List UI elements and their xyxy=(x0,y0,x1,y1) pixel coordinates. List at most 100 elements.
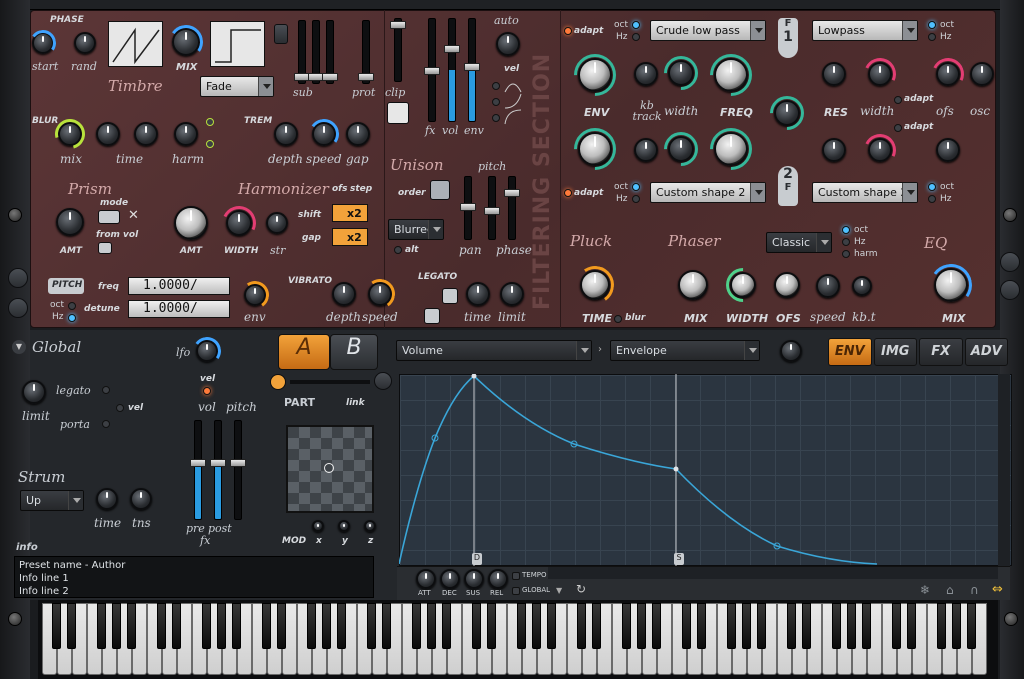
filter2-oct-led-2[interactable] xyxy=(928,183,936,191)
filter1-hz-led-2[interactable] xyxy=(928,33,936,41)
piano-black-key[interactable] xyxy=(727,603,736,649)
piano-black-key[interactable] xyxy=(847,603,856,649)
trem-gap-knob[interactable] xyxy=(346,122,370,146)
strum-time-knob[interactable] xyxy=(96,488,118,510)
rand-knob[interactable] xyxy=(74,32,96,54)
tab-env[interactable]: ENV xyxy=(828,338,872,366)
unison-order-button[interactable] xyxy=(430,180,450,200)
piano-black-key[interactable] xyxy=(682,603,691,649)
unison-alt-led[interactable] xyxy=(394,246,402,254)
filter2-res-knob[interactable] xyxy=(822,138,846,162)
curve-option-3[interactable] xyxy=(492,114,500,122)
osc-menu-button[interactable] xyxy=(274,24,288,44)
filter-res-knob[interactable] xyxy=(822,62,846,86)
part-a-button[interactable]: A xyxy=(278,334,330,370)
close-icon[interactable]: ✕ xyxy=(128,208,139,223)
piano-black-key[interactable] xyxy=(967,603,976,649)
filter2-ofs-knob[interactable] xyxy=(936,138,960,162)
piano-black-key[interactable] xyxy=(592,603,601,649)
piano-black-key[interactable] xyxy=(697,603,706,649)
unison-pan-fader[interactable] xyxy=(460,176,476,240)
harmonizer-gap-value[interactable]: x2 xyxy=(332,228,368,246)
clip-fader[interactable] xyxy=(390,18,406,82)
piano-black-key[interactable] xyxy=(112,603,121,649)
piano-black-key[interactable] xyxy=(787,603,796,649)
att-knob[interactable] xyxy=(416,569,436,589)
filter-adapt2-led-2[interactable] xyxy=(894,124,902,132)
global-checkbox[interactable] xyxy=(512,587,520,595)
legato-time-knob[interactable] xyxy=(466,282,490,306)
piano-black-key[interactable] xyxy=(802,603,811,649)
legato-button-1[interactable] xyxy=(442,288,458,304)
piano-black-key[interactable] xyxy=(487,603,496,649)
filter2-oct-led[interactable] xyxy=(632,183,640,191)
legato-limit-knob[interactable] xyxy=(500,282,524,306)
global-vel-led[interactable] xyxy=(203,387,211,395)
headphones-icon[interactable]: ∩ xyxy=(970,583,979,597)
filter2-type-dropdown[interactable]: Custom shape 2 xyxy=(650,182,766,203)
unison-pitch-fader[interactable] xyxy=(484,176,500,240)
filter2-adapt-led[interactable] xyxy=(564,189,572,197)
fx-fader[interactable] xyxy=(424,18,440,122)
part-b-button[interactable]: B xyxy=(330,334,378,370)
piano-black-key[interactable] xyxy=(412,603,421,649)
piano-black-key[interactable] xyxy=(232,603,241,649)
piano-black-key[interactable] xyxy=(652,603,661,649)
piano-black-key[interactable] xyxy=(577,603,586,649)
filter-kb-track-knob[interactable] xyxy=(634,62,658,86)
filter2-hz-led[interactable] xyxy=(632,195,640,203)
tab-fx[interactable]: FX xyxy=(919,338,963,366)
piano-black-key[interactable] xyxy=(952,603,961,649)
global-fader-3[interactable] xyxy=(230,420,246,520)
sub-fader-1[interactable] xyxy=(294,20,310,84)
phaser-mode-dropdown[interactable]: Classic xyxy=(766,232,832,253)
phaser-kbt-knob[interactable] xyxy=(852,276,872,296)
envelope-type-dropdown[interactable]: Envelope xyxy=(610,340,760,361)
waveform-display-b[interactable] xyxy=(210,21,265,67)
sustain-marker[interactable]: S xyxy=(674,553,684,565)
env-fader[interactable] xyxy=(464,18,480,122)
filter1-adapt-led[interactable] xyxy=(564,27,572,35)
phaser-harm-led[interactable] xyxy=(842,250,850,258)
prism-add-button[interactable] xyxy=(98,210,120,224)
filter-adapt2-led-1[interactable] xyxy=(894,96,902,104)
global-porta-led[interactable] xyxy=(102,420,110,428)
unison-mode-dropdown[interactable]: Blurred xyxy=(388,219,444,240)
curve-option-2[interactable] xyxy=(492,98,500,106)
piano-black-key[interactable] xyxy=(427,603,436,649)
filter1-oct-led[interactable] xyxy=(632,21,640,29)
piano-black-key[interactable] xyxy=(472,603,481,649)
refresh-icon[interactable]: ↻ xyxy=(576,582,586,596)
filter2-mode-dropdown[interactable]: Custom shape 2 xyxy=(812,182,918,203)
blur-harm-knob[interactable] xyxy=(174,122,198,146)
sub-fader-3[interactable] xyxy=(322,20,338,84)
filter2-hz-led-2[interactable] xyxy=(928,195,936,203)
vol-fader[interactable] xyxy=(444,18,460,122)
global-vel-led-2[interactable] xyxy=(116,404,124,412)
piano-black-key[interactable] xyxy=(862,603,871,649)
pitch-detune-field[interactable]: 1.0000/ xyxy=(128,300,230,318)
filter1-hz-led[interactable] xyxy=(632,33,640,41)
piano-black-key[interactable] xyxy=(547,603,556,649)
piano-black-key[interactable] xyxy=(382,603,391,649)
timbre-mode-dropdown[interactable]: Fade xyxy=(200,76,274,97)
pitch-hz-led[interactable] xyxy=(68,314,76,322)
strum-tns-knob[interactable] xyxy=(130,488,152,510)
tag-icon[interactable]: ⌂ xyxy=(946,583,954,597)
graph-scrollbar-h[interactable] xyxy=(548,567,998,579)
mod-x-knob[interactable] xyxy=(312,520,324,532)
piano-black-key[interactable] xyxy=(367,603,376,649)
rel-knob[interactable] xyxy=(488,569,508,589)
piano-black-key[interactable] xyxy=(832,603,841,649)
filter1-type-dropdown[interactable]: Crude low pass xyxy=(650,20,766,41)
piano-black-key[interactable] xyxy=(757,603,766,649)
graph-scrollbar-v[interactable] xyxy=(998,374,1010,566)
piano-black-key[interactable] xyxy=(217,603,226,649)
mod-z-knob[interactable] xyxy=(364,520,376,532)
envelope-amount-knob[interactable] xyxy=(780,340,802,362)
chevron-down-icon[interactable]: ▼ xyxy=(12,340,26,354)
auto-knob[interactable] xyxy=(496,32,520,56)
filter1-mode-dropdown[interactable]: Lowpass xyxy=(812,20,918,41)
curve-option-1[interactable] xyxy=(492,82,500,90)
tab-adv[interactable]: ADV xyxy=(964,338,1008,366)
